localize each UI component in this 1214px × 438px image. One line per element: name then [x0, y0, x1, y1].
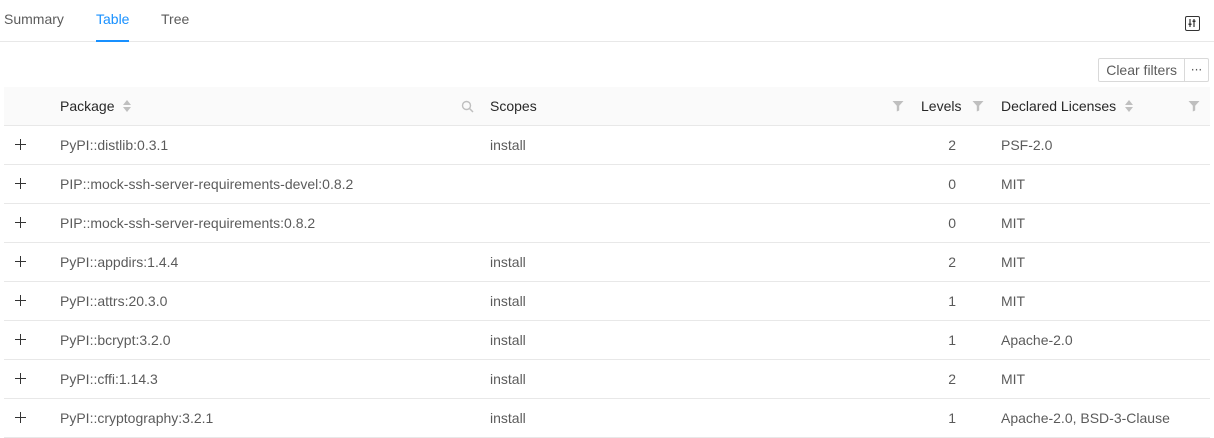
cell-levels: 2 — [948, 371, 956, 387]
table-row: PyPI::cffi:1.14.3 install 2 MIT — [4, 360, 1210, 399]
cell-scopes: install — [490, 137, 526, 153]
cell-levels: 1 — [948, 293, 956, 309]
cell-licenses: MIT — [1001, 176, 1026, 192]
column-header-scopes[interactable]: Scopes — [490, 87, 537, 126]
filter-icon[interactable] — [892, 100, 904, 112]
cell-scopes: install — [490, 254, 526, 270]
tab-table[interactable]: Table — [96, 11, 130, 42]
cell-levels: 1 — [948, 332, 956, 348]
cell-scopes: install — [490, 371, 526, 387]
expand-row-icon[interactable] — [14, 411, 27, 424]
sort-licenses-icon[interactable] — [1125, 100, 1133, 113]
column-header-levels[interactable]: Levels — [921, 87, 961, 126]
cell-package: PyPI::distlib:0.3.1 — [60, 137, 169, 153]
expand-row-icon[interactable] — [14, 177, 27, 190]
cell-scopes: install — [490, 332, 526, 348]
sort-package-icon[interactable] — [123, 100, 131, 113]
packages-table: Package Scopes Levels Declared Licenses … — [4, 87, 1210, 438]
cell-levels: 2 — [948, 254, 956, 270]
cell-package: PyPI::attrs:20.3.0 — [60, 293, 168, 309]
column-header-declared-licenses[interactable]: Declared Licenses — [1001, 87, 1116, 126]
filter-icon[interactable] — [972, 100, 984, 112]
expand-row-icon[interactable] — [14, 216, 27, 229]
cell-package: PyPI::cffi:1.14.3 — [60, 371, 158, 387]
cell-package: PyPI::bcrypt:3.2.0 — [60, 332, 171, 348]
cell-licenses: MIT — [1001, 293, 1026, 309]
sliders-glyph — [1188, 19, 1196, 27]
expand-row-icon[interactable] — [14, 294, 27, 307]
clear-filters-button[interactable]: Clear filters — [1098, 58, 1185, 82]
cell-levels: 0 — [948, 215, 956, 231]
cell-package: PIP::mock-ssh-server-requirements:0.8.2 — [60, 215, 316, 231]
expand-row-icon[interactable] — [14, 333, 27, 346]
search-icon[interactable] — [461, 100, 474, 113]
view-tabs: Summary Table Tree — [0, 0, 1214, 42]
table-row: PyPI::bcrypt:3.2.0 install 1 Apache-2.0 — [4, 321, 1210, 360]
table-row: PyPI::attrs:20.3.0 install 1 MIT — [4, 282, 1210, 321]
cell-levels: 1 — [948, 410, 956, 426]
filter-icon[interactable] — [1188, 100, 1200, 112]
table-row: PIP::mock-ssh-server-requirements-devel:… — [4, 165, 1210, 204]
table-row: PyPI::distlib:0.3.1 install 2 PSF-2.0 — [4, 126, 1210, 165]
tab-tree[interactable]: Tree — [161, 11, 189, 42]
cell-licenses: MIT — [1001, 371, 1026, 387]
table-row: PyPI::cryptography:3.2.1 install 1 Apach… — [4, 399, 1210, 438]
cell-scopes: install — [490, 293, 526, 309]
sliders-icon[interactable] — [1185, 16, 1200, 31]
cell-levels: 2 — [948, 137, 956, 153]
cell-licenses: MIT — [1001, 215, 1026, 231]
cell-licenses: MIT — [1001, 254, 1026, 270]
expand-row-icon[interactable] — [14, 372, 27, 385]
cell-package: PyPI::appdirs:1.4.4 — [60, 254, 179, 270]
table-toolbar: Clear filters ··· — [1098, 58, 1209, 82]
expand-row-icon[interactable] — [14, 255, 27, 268]
cell-scopes: install — [490, 410, 526, 426]
table-body: PyPI::distlib:0.3.1 install 2 PSF-2.0 PI… — [4, 126, 1210, 438]
tab-summary[interactable]: Summary — [4, 11, 64, 42]
more-options-button[interactable]: ··· — [1185, 58, 1209, 82]
table-row: PIP::mock-ssh-server-requirements:0.8.2 … — [4, 204, 1210, 243]
cell-licenses: Apache-2.0 — [1001, 332, 1073, 348]
table-header: Package Scopes Levels Declared Licenses — [4, 87, 1210, 126]
cell-licenses: PSF-2.0 — [1001, 137, 1053, 153]
cell-licenses: Apache-2.0, BSD-3-Clause — [1001, 410, 1170, 426]
column-header-package[interactable]: Package — [60, 87, 114, 126]
expand-row-icon[interactable] — [14, 138, 27, 151]
cell-package: PIP::mock-ssh-server-requirements-devel:… — [60, 176, 354, 192]
table-row: PyPI::appdirs:1.4.4 install 2 MIT — [4, 243, 1210, 282]
cell-package: PyPI::cryptography:3.2.1 — [60, 410, 214, 426]
cell-levels: 0 — [948, 176, 956, 192]
